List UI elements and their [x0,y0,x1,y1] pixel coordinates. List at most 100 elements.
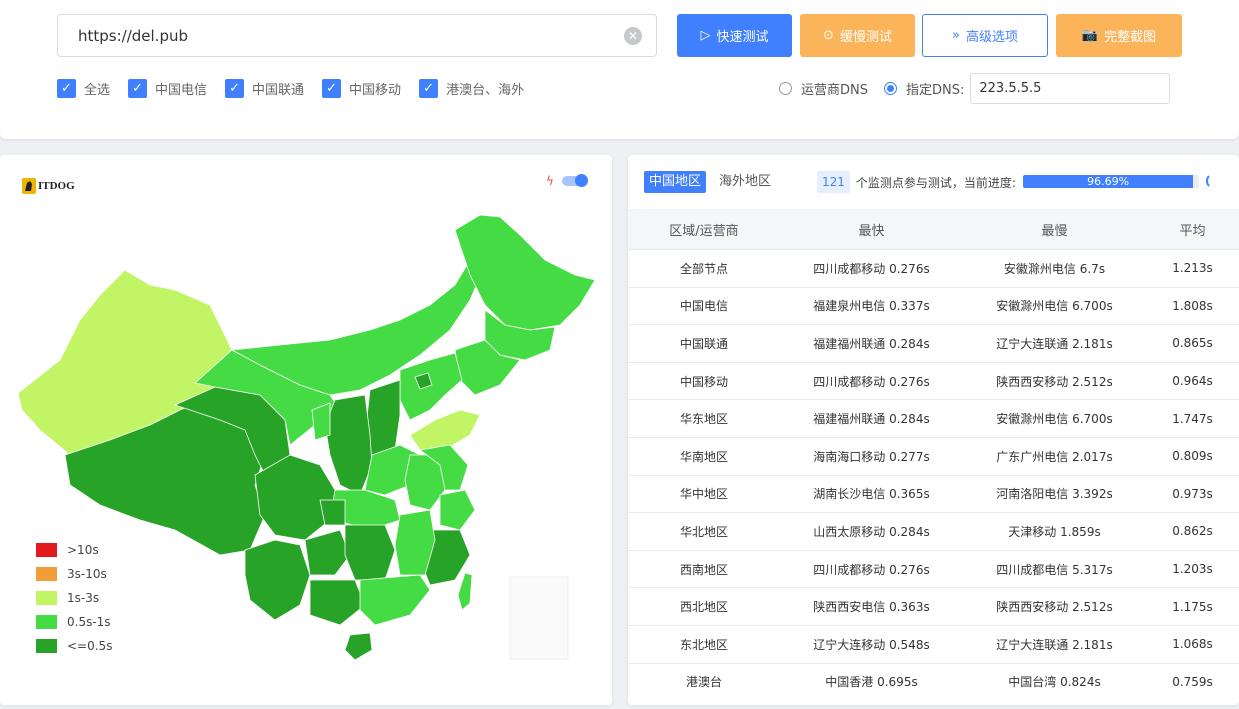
test-form: https://del.pub ✕ ▷ 快速测试 ⊙ 缓慢测试 » 高级选项 📷… [0,0,1239,139]
legend-label: 1s-3s [67,591,100,605]
table-cell: 0.865s [1172,336,1213,351]
table-cell: 0.809s [1172,449,1213,464]
table-cell: 辽宁大连移动 0.548s [813,637,930,652]
table-cell: 四川成都移动 0.276s [813,261,930,276]
progress-counter: 121 个监测点参与测试，当前进度: [817,171,1016,193]
legend-swatch [36,639,57,653]
south-china-sea-inset [509,576,569,660]
table-cell: 广东广州电信 2.017s [996,449,1113,464]
checkbox-unicom[interactable]: ✓ 中国联通 [225,79,304,98]
full-screenshot-button[interactable]: 📷 完整截图 [1056,14,1182,57]
region-hebei [399,352,463,421]
region-hunan [344,524,396,581]
region-guizhou [304,529,351,576]
url-input[interactable]: https://del.pub ✕ [57,14,657,57]
full-screenshot-label: 完整截图 [1104,30,1157,45]
table-cell: 0.759s [1172,674,1213,689]
advanced-options-label: 高级选项 [965,30,1018,45]
table-cell: 海南海口移动 0.277s [813,449,930,464]
checkbox-label: 港澳台、海外 [446,83,525,98]
legend-label: 0.5s-1s [67,615,111,629]
camera-icon: 📷 [1081,28,1099,43]
radio-custom-dns[interactable] [884,82,897,95]
legend-item: 0.5s-1s [36,610,112,634]
table-cell: 辽宁大连联通 2.181s [996,336,1113,351]
table-cell: 安徽滁州电信 6.700s [996,299,1113,314]
checkbox-label: 全选 [84,83,111,98]
table-header: 区域/运营商 最快 最慢 平均 [628,209,1239,249]
checkbox-telecom[interactable]: ✓ 中国电信 [128,79,207,98]
table-cell: 四川成都移动 0.276s [813,562,930,577]
table-row: 全部节点 四川成都移动 0.276s 安徽滁州电信 6.7s 1.213s [628,249,1239,287]
table-cell: 1.203s [1172,562,1213,577]
table-cell: 福建福州联通 0.284s [813,412,930,427]
table-cell: 华中地区 [679,487,728,502]
checkbox-label: 中国电信 [155,83,208,98]
checkbox-mobile[interactable]: ✓ 中国移动 [322,79,401,98]
table-cell: 河南洛阳电信 3.392s [996,487,1113,502]
table-row: 华中地区 湖南长沙电信 0.365s 河南洛阳电信 3.392s 0.973s [628,474,1239,513]
results-panel: 中国地区 海外地区 121 个监测点参与测试，当前进度: 96.69% 区域/运… [628,155,1239,705]
dns-input[interactable]: 223.5.5.5 [970,73,1171,104]
table-row: 中国移动 四川成都移动 0.276s 陕西西安移动 2.512s 0.964s [628,361,1239,400]
table-cell: 东北地区 [679,637,728,652]
tab-china[interactable]: 中国地区 [644,171,707,193]
checkbox-overseas[interactable]: ✓ 港澳台、海外 [419,79,524,98]
table-row: 西南地区 四川成都移动 0.276s 四川成都电信 5.317s 1.203s [628,549,1239,588]
table-cell: 0.862s [1172,524,1213,539]
table-cell: 中国电信 [679,299,728,314]
legend-item: 3s-10s [36,562,112,586]
advanced-options-button[interactable]: » 高级选项 [922,14,1048,57]
region-taiwan [457,572,473,611]
checkbox-checked-icon: ✓ [128,79,148,98]
slow-test-button[interactable]: ⊙ 缓慢测试 [800,14,915,57]
table-cell: 中国移动 [679,374,728,389]
region-shaanxi [324,394,373,496]
clear-icon[interactable]: ✕ [624,27,642,45]
map-legend: >10s 3s-10s 1s-3s 0.5s-1s <=0.5s [36,538,112,658]
radio-isp-dns[interactable] [779,82,792,95]
legend-item: <=0.5s [36,634,112,658]
table-cell: 华东地区 [679,412,728,427]
checkbox-select-all[interactable]: ✓ 全选 [57,79,110,98]
legend-swatch [36,591,57,605]
region-guangdong [359,574,431,626]
fast-test-label: 快速测试 [716,30,769,45]
region-shandong [409,409,481,451]
table-cell: 1.068s [1172,637,1213,652]
region-ningxia [311,402,331,441]
radio-isp-dns-label: 运营商DNS [801,83,868,98]
play-circle-icon: ⊙ [823,28,834,43]
table-cell: 1.213s [1172,261,1213,276]
loading-spinner-icon [1206,173,1222,189]
table-row: 华南地区 海南海口移动 0.277s 广东广州电信 2.017s 0.809s [628,436,1239,475]
legend-label: 3s-10s [67,567,107,581]
checkbox-checked-icon: ✓ [57,79,76,98]
legend-label: >10s [67,543,99,557]
fast-test-button[interactable]: ▷ 快速测试 [677,14,792,57]
column-header: 平均 [1179,223,1206,239]
table-row: 西北地区 陕西西安电信 0.363s 陕西西安移动 2.512s 1.175s [628,587,1239,625]
table-cell: 陕西西安电信 0.363s [813,600,930,615]
region-zhejiang [439,489,476,531]
table-cell: 山西太原移动 0.284s [813,524,930,539]
table-cell: 辽宁大连联通 2.181s [996,637,1113,652]
tab-overseas[interactable]: 海外地区 [714,171,776,193]
table-cell: 天津移动 1.859s [1008,524,1101,539]
map-panel: ITDOG ϟ >10s 3s-10s 1s-3s 0.5s-1s <=0.5s [0,155,612,705]
region-heilongjiang [454,214,596,331]
checkbox-label: 中国移动 [349,83,402,98]
radio-custom-dns-label: 指定DNS: [906,83,965,98]
table-row: 华北地区 山西太原移动 0.284s 天津移动 1.859s 0.862s [628,512,1239,550]
region-yunnan [244,539,311,621]
table-cell: 四川成都移动 0.276s [813,374,930,389]
table-cell: 四川成都电信 5.317s [996,562,1113,577]
node-count-text: 个监测点参与测试，当前进度: [855,175,1016,190]
legend-item: 1s-3s [36,586,112,610]
region-sichuan [254,454,336,541]
url-input-value: https://del.pub [78,26,189,45]
table-cell: 0.973s [1172,486,1213,501]
table-cell: 西北地区 [679,600,728,615]
progress-bar: 96.69% [1023,175,1199,188]
table-cell: 中国台湾 0.824s [1008,675,1101,690]
